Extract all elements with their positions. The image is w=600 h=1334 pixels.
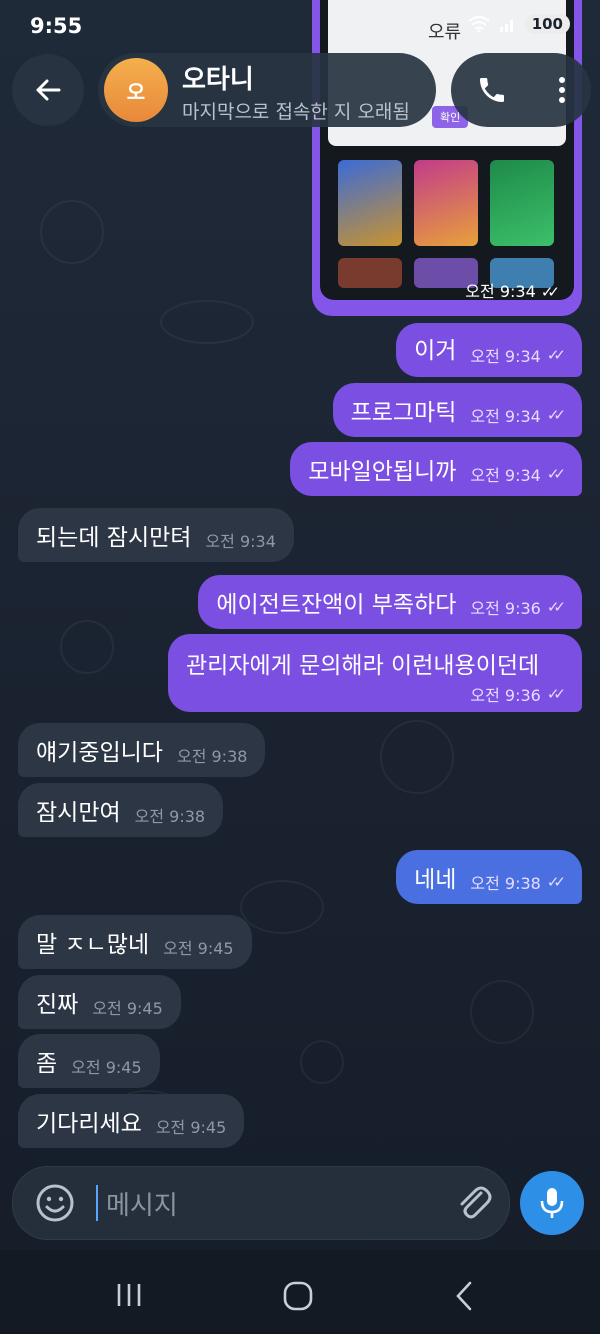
message-bubble[interactable]: 좀 오전 9:45 [18,1034,160,1088]
message-time: 오전 9:34 [470,407,541,426]
message-meta: 오전 9:34 ✓✓ [470,462,566,486]
message-text: 말 ㅈㄴ많네 [36,932,150,958]
message-bubble[interactable]: 에이전트잔액이 부족하다 오전 9:36 ✓✓ [198,575,582,629]
message-bubble[interactable]: 진짜 오전 9:45 [18,975,181,1029]
message-meta: 오전 9:36 ✓✓ [470,682,566,706]
double-check-icon: ✓✓ [546,346,566,364]
mic-icon [540,1188,564,1218]
status-time: 9:55 [30,14,83,38]
double-check-icon: ✓✓ [546,873,566,891]
game-tile [490,160,554,246]
emoji-icon[interactable] [35,1183,75,1223]
game-tile [338,258,402,288]
system-nav-bar [0,1250,600,1334]
paperclip-icon[interactable] [453,1181,493,1225]
double-check-icon: ✓✓ [546,465,566,483]
message-bubble[interactable]: 네네 오전 9:38 ✓✓ [396,850,582,904]
message-time: 오전 9:45 [71,1058,142,1077]
message-meta: 오전 9:36 ✓✓ [470,595,566,619]
message-meta: 오전 9:45 [156,1114,226,1138]
message-time: 오전 9:45 [163,939,234,958]
back-button[interactable] [12,54,84,126]
message-meta: 오전 9:38 [135,803,205,827]
message-text: 관리자에게 문의해라 이런내용이던데 [186,653,540,679]
message-time: 오전 9:38 [176,747,248,766]
avatar: 오 [104,58,168,122]
status-icons: 100 [467,14,570,34]
message-text: 모바일안됩니까 [308,459,457,485]
double-check-icon: ✓✓ [546,598,566,616]
recent-apps-icon[interactable] [114,1282,144,1308]
chat-title[interactable]: 오 오타니 마지막으로 접속한 지 오래됨 [98,53,436,127]
last-seen-status: 마지막으로 접속한 지 오래됨 [182,101,410,123]
message-text: 얘기중입니다 [36,740,163,766]
back-arrow-icon [36,79,61,101]
message-bubble[interactable]: 모바일안됩니까 오전 9:34 ✓✓ [290,442,582,496]
signal-icon [499,20,513,32]
message-meta: 오전 9:34 ✓✓ [470,343,566,367]
message-text: 에이전트잔액이 부족하다 [216,592,457,618]
message-bubble[interactable]: 잠시만여 오전 9:38 [18,783,224,837]
message-bubble[interactable]: 이거 오전 9:34 ✓✓ [396,323,582,377]
status-bar: 9:55 100 [0,0,600,52]
message-time: 오전 9:38 [470,874,541,893]
message-text: 잠시만여 [36,800,121,826]
message-meta: 오전 9:45 [71,1054,141,1078]
message-time: 오전 9:45 [92,999,163,1018]
nav-back-icon[interactable] [452,1280,476,1312]
home-icon[interactable] [282,1280,314,1312]
message-time: 오전 9:45 [155,1118,227,1137]
message-text: 프로그마틱 [350,400,457,426]
message-bubble[interactable]: 프로그마틱 오전 9:34 ✓✓ [332,383,582,437]
mic-button[interactable] [520,1171,584,1235]
message-input[interactable]: 메시지 [106,1185,178,1222]
double-check-icon: ✓✓ [546,685,566,703]
message-meta: 오전 9:45 [163,935,233,959]
message-text: 네네 [414,867,457,893]
message-text: 이거 [414,338,457,364]
double-check-icon: ✓✓ [540,283,560,301]
message-time: 오전 9:36 [470,686,541,705]
game-tile [338,160,402,246]
message-meta: 오전 9:34 [205,528,275,552]
message-time: 오전 9:34 [470,347,541,366]
wifi-icon [468,16,490,33]
message-bubble[interactable]: 되는데 잠시만텨 오전 9:34 [18,508,294,562]
message-time: 오전 9:34 [470,466,541,485]
message-time: 오전 9:34 [205,532,276,551]
text-cursor [96,1185,98,1221]
message-time: 오전 9:34 [465,282,536,301]
image-message-meta: 오전 9:34 ✓✓ [465,278,560,302]
phone-icon[interactable] [476,74,508,106]
battery-indicator: 100 [524,14,570,34]
message-bubble[interactable]: 얘기중입니다 오전 9:38 [18,723,266,777]
message-meta: 오전 9:34 ✓✓ [470,403,566,427]
game-tile [414,160,478,246]
header-actions [451,53,591,127]
message-time: 오전 9:38 [134,807,206,826]
message-meta: 오전 9:38 ✓✓ [470,870,566,894]
message-bubble[interactable]: 말 ㅈㄴ많네 오전 9:45 [18,915,252,969]
message-bubble[interactable]: 기다리세요 오전 9:45 [18,1094,245,1148]
more-vert-icon[interactable] [557,75,567,105]
contact-name: 오타니 [182,65,254,95]
message-text: 진짜 [36,992,79,1018]
message-meta: 오전 9:45 [92,995,162,1019]
message-meta: 오전 9:38 [177,743,247,767]
message-text: 기다리세요 [36,1111,142,1137]
message-text: 좀 [36,1051,58,1077]
message-text: 되는데 잠시만텨 [36,525,192,551]
message-bubble[interactable]: 관리자에게 문의해라 이런내용이던데 오전 9:36 ✓✓ [168,634,582,712]
double-check-icon: ✓✓ [546,406,566,424]
message-time: 오전 9:36 [470,599,541,618]
message-composer[interactable]: 메시지 [12,1166,510,1240]
